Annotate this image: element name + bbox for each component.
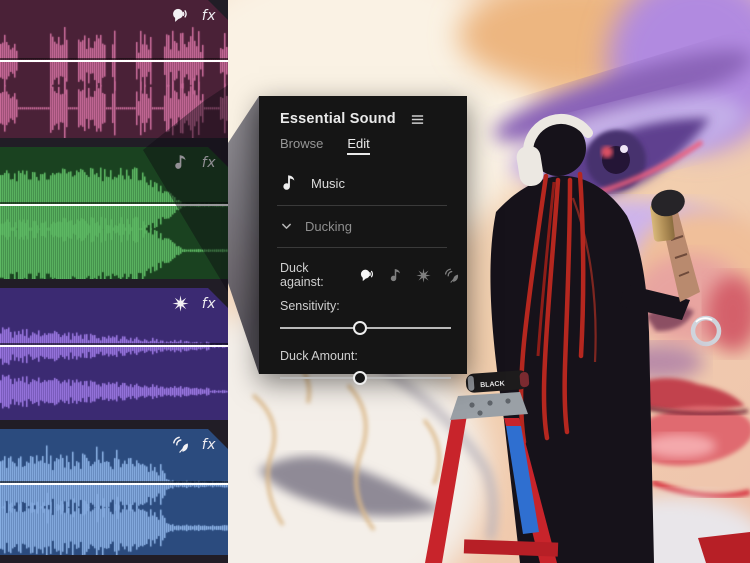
mural-iris-glint: [601, 146, 613, 158]
fx-badge[interactable]: fx: [202, 155, 216, 171]
clip-type-row[interactable]: Music: [280, 172, 459, 194]
hamburger-icon[interactable]: [410, 112, 425, 127]
volume-rubber-band[interactable]: [0, 345, 228, 348]
music-note-icon: [280, 174, 298, 192]
scene: BLACK fx fx fx fx Essential Sound Browse…: [0, 0, 750, 563]
audio-track-ambience[interactable]: fx: [0, 429, 228, 555]
volume-rubber-band[interactable]: [0, 59, 228, 62]
duck-amount-slider[interactable]: [280, 371, 451, 385]
volume-rubber-band[interactable]: [0, 204, 228, 207]
fx-badge[interactable]: fx: [202, 296, 216, 312]
sensitivity-label: Sensitivity:: [280, 299, 340, 313]
duck-amount-label: Duck Amount:: [280, 349, 358, 363]
audio-track-music[interactable]: fx: [0, 147, 228, 279]
mural-lip-highlight: [644, 434, 716, 458]
audio-track-sfx[interactable]: fx: [0, 288, 228, 420]
fx-badge[interactable]: fx: [202, 8, 216, 24]
ducking-section-header[interactable]: Ducking: [280, 216, 459, 236]
tab-browse[interactable]: Browse: [280, 136, 323, 155]
clip-type-label: Music: [311, 175, 345, 191]
music-note-icon: [172, 154, 189, 171]
sensitivity-slider[interactable]: [280, 321, 451, 335]
divider: [277, 205, 447, 206]
sensitivity-slider-knob[interactable]: [353, 321, 368, 335]
sfx-star-icon: [172, 295, 189, 312]
ambience-icon: [172, 436, 189, 453]
duck-against-sfx-icon[interactable]: [416, 267, 431, 283]
mural-eye-highlight: [620, 145, 628, 153]
panel-title: Essential Sound: [280, 111, 396, 127]
tab-edit[interactable]: Edit: [347, 136, 371, 155]
duck-against-options: [360, 267, 459, 283]
audio-track-dialogue[interactable]: fx: [0, 0, 228, 138]
duck-amount-slider-knob[interactable]: [353, 371, 368, 385]
ducking-section-label: Ducking: [305, 218, 352, 234]
volume-rubber-band[interactable]: [0, 483, 228, 486]
duck-against-label: Duck against:: [280, 261, 324, 289]
dialogue-icon: [172, 7, 189, 24]
panel-tabs: Browse Edit: [280, 136, 459, 155]
duck-against-dialogue-icon[interactable]: [360, 268, 375, 283]
essential-sound-panel: Essential Sound Browse Edit Music Duckin…: [259, 96, 467, 385]
duck-against-music-icon[interactable]: [388, 268, 403, 283]
chevron-down-icon[interactable]: [280, 220, 293, 233]
fx-badge[interactable]: fx: [202, 437, 216, 453]
duck-against-ambience-icon[interactable]: [444, 268, 459, 283]
divider: [277, 247, 447, 248]
timeline-tracks: fx fx fx fx: [0, 0, 228, 563]
